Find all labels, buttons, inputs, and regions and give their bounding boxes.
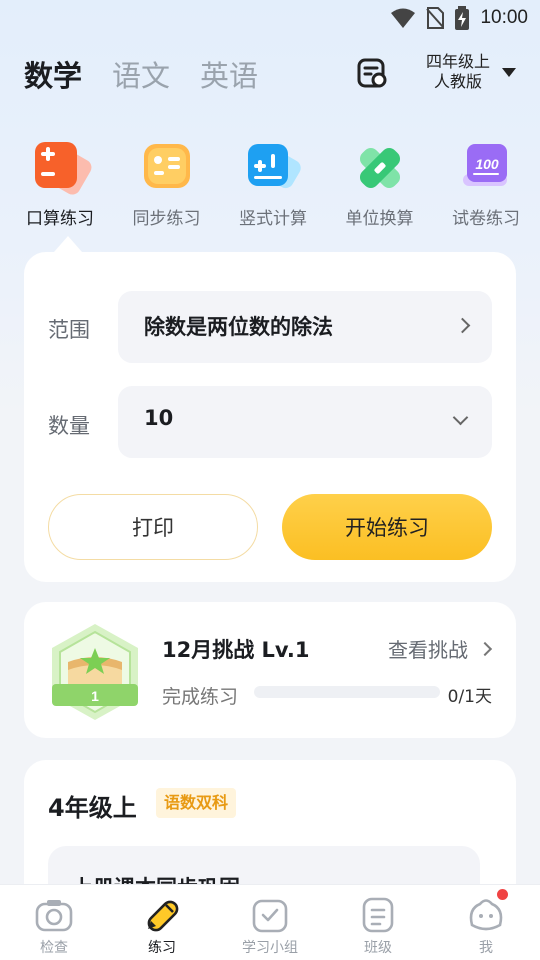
subject-tabs: 数学 语文 英语	[24, 52, 258, 96]
vertical-calc-icon	[248, 144, 301, 189]
tool-exam-paper[interactable]: 100 试卷练习	[434, 138, 538, 229]
tool-label: 同步练习	[132, 209, 201, 229]
card-notch	[54, 236, 82, 252]
subject-tag-badge: 语数双科	[156, 788, 237, 818]
profile-face-icon	[469, 899, 503, 931]
challenge-title: 12月挑战 Lv.1	[162, 638, 310, 662]
sync-practice-icon	[143, 144, 190, 188]
start-practice-button[interactable]: 开始练习	[282, 494, 492, 560]
range-label: 范围	[48, 318, 90, 342]
nav-class[interactable]: 班级	[324, 885, 432, 960]
count-select[interactable]: 10	[118, 386, 492, 458]
chevron-down-icon	[452, 409, 469, 426]
status-time: 10:00	[480, 7, 528, 28]
complete-practice-label: 完成练习	[162, 686, 239, 708]
tab-chinese[interactable]: 语文	[112, 53, 170, 95]
tab-english[interactable]: 英语	[200, 53, 258, 95]
tool-label: 口算练习	[26, 209, 94, 229]
grade-text: 四年级上 人教版	[418, 52, 498, 92]
class-icon	[362, 897, 394, 933]
view-challenge-label: 查看挑战	[388, 638, 468, 662]
wifi-icon	[391, 8, 416, 28]
nav-study-group[interactable]: 学习小组	[216, 885, 324, 960]
nav-check[interactable]: 检查	[0, 885, 108, 960]
chevron-right-icon	[477, 641, 493, 656]
notification-dot	[497, 889, 508, 900]
nav-practice[interactable]: 练习	[108, 885, 216, 960]
nav-label: 班级	[364, 940, 392, 956]
grade-select[interactable]: 四年级上 人教版	[418, 52, 528, 96]
badge-level: 1	[91, 688, 99, 704]
challenge-badge-icon: 1	[52, 624, 138, 720]
practice-card: 范围 除数是两位数的除法 数量 10 打印 开始练习	[24, 236, 516, 582]
svg-text:100: 100	[475, 156, 499, 172]
range-field[interactable]: 除数是两位数的除法	[118, 291, 492, 363]
mental-math-icon	[35, 142, 92, 195]
grade-card-title: 4年级上	[48, 794, 137, 822]
challenge-progress-bar	[254, 686, 440, 698]
tool-row: 口算练习 同步练习 竖式计算 单位换算 100 试卷练习	[8, 138, 538, 229]
camera-icon	[35, 900, 73, 932]
nav-label: 检查	[40, 940, 68, 956]
count-value: 10	[144, 406, 174, 430]
tool-label: 竖式计算	[239, 209, 307, 229]
tool-unit-convert[interactable]: 单位换算	[328, 138, 432, 229]
bottom-nav: 检查 练习 学习小组 班级 我	[0, 884, 540, 960]
range-value: 除数是两位数的除法	[144, 315, 333, 339]
exam-paper-icon: 100	[463, 144, 507, 186]
caret-down-icon	[502, 68, 516, 77]
unit-convert-icon	[359, 147, 400, 189]
nav-me[interactable]: 我	[432, 885, 540, 960]
no-sim-icon	[426, 7, 445, 29]
scan-icon	[357, 58, 387, 88]
tool-sync-practice[interactable]: 同步练习	[115, 138, 219, 229]
group-check-icon	[252, 899, 288, 933]
view-challenge-link[interactable]: 查看挑战	[388, 634, 493, 663]
nav-label: 我	[479, 940, 493, 956]
print-button[interactable]: 打印	[48, 494, 258, 560]
tool-vertical-calc[interactable]: 竖式计算	[221, 138, 325, 229]
tool-label: 单位换算	[345, 209, 414, 229]
grade-line2: 人教版	[433, 72, 482, 91]
tool-mental-math[interactable]: 口算练习	[8, 138, 112, 229]
battery-charging-icon	[455, 6, 470, 30]
grade-line1: 四年级上	[425, 52, 490, 71]
count-label: 数量	[48, 414, 90, 438]
nav-label: 练习	[148, 940, 176, 956]
tool-label: 试卷练习	[452, 209, 520, 229]
scan-button[interactable]	[354, 56, 392, 92]
tab-math[interactable]: 数学	[24, 53, 82, 95]
pencil-icon	[147, 900, 179, 932]
challenge-card[interactable]: 1 12月挑战 Lv.1 查看挑战 完成练习 0/1天	[24, 602, 516, 738]
chevron-right-icon	[454, 317, 471, 334]
challenge-progress-text: 0/1天	[447, 687, 492, 707]
nav-label: 学习小组	[242, 940, 298, 956]
status-bar: 10:00	[0, 0, 540, 36]
